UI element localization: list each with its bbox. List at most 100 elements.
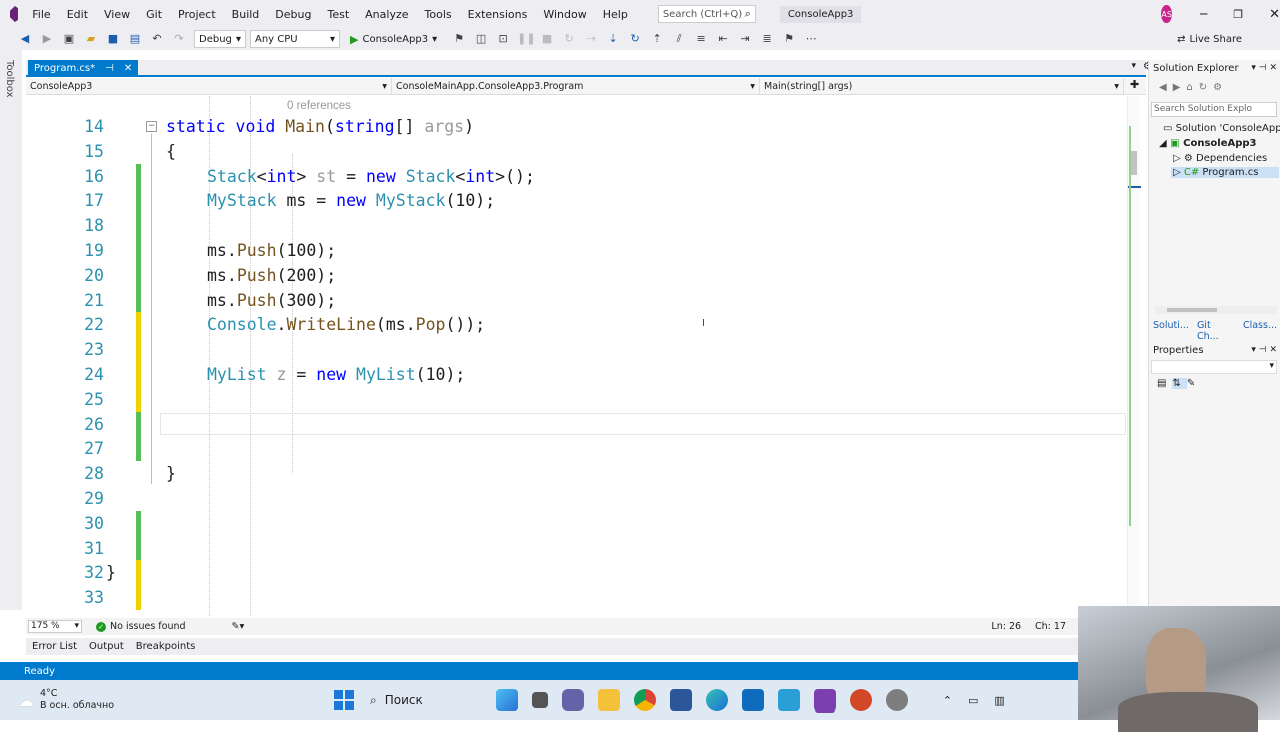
menu-item-project[interactable]: Project	[170, 8, 224, 21]
code-line[interactable]: 32}	[26, 560, 1126, 586]
code-editor[interactable]: 0 references − I 14 static void Main(stri…	[26, 96, 1140, 616]
tray-display-icon[interactable]: ▭	[968, 694, 978, 707]
maximize-icon[interactable]: ❐	[1233, 8, 1243, 21]
open-icon[interactable]: ▰	[83, 32, 99, 46]
project-dropdown[interactable]: ConsoleApp3 ▾	[26, 78, 392, 95]
live-share-button[interactable]: ⇄ Live Share	[1177, 34, 1242, 45]
code-line[interactable]: 20 ms.Push(200);	[26, 262, 1126, 288]
bookmark-icon[interactable]: ⚑	[781, 32, 797, 46]
step-into-icon[interactable]: ⇣	[605, 32, 621, 46]
code-line[interactable]: 25	[26, 386, 1126, 412]
start-button[interactable]	[334, 690, 355, 710]
code-line[interactable]: 17 MyStack ms = new MyStack(10);	[26, 188, 1126, 214]
back-icon[interactable]: ◀	[17, 32, 33, 46]
chat-icon[interactable]	[561, 689, 584, 711]
zoom-select[interactable]: 175 % ▾	[28, 620, 82, 633]
search-box[interactable]: Search (Ctrl+Q) ⌕	[657, 5, 756, 23]
tab-solution[interactable]: Soluti...	[1149, 320, 1193, 334]
class-dropdown[interactable]: ConsoleMainApp.ConsoleApp3.Program ▾	[392, 78, 760, 95]
tree-program-cs[interactable]: ▷ C# Program.cs	[1171, 167, 1279, 178]
scroll-thumb[interactable]	[1167, 308, 1217, 312]
codelens-references[interactable]: 0 references	[287, 100, 351, 112]
widgets-icon[interactable]	[495, 689, 518, 711]
menu-item-tools[interactable]: Tools	[417, 8, 460, 21]
code-line[interactable]: 19 ms.Push(100);	[26, 238, 1126, 263]
platform-select[interactable]: Any CPU ▾	[250, 30, 340, 48]
indent-icon[interactable]: ⇥	[737, 32, 753, 46]
menu-item-build[interactable]: Build	[224, 8, 268, 21]
hot-reload-icon[interactable]: ⚑	[451, 32, 467, 46]
tab-class-view[interactable]: Class...	[1239, 320, 1280, 334]
weather-widget[interactable]: ☁ 4°C В осн. облачно	[18, 688, 114, 712]
configuration-select[interactable]: Debug ▾	[194, 30, 246, 48]
stop-icon[interactable]: ■	[539, 32, 555, 46]
menu-item-file[interactable]: File	[24, 8, 58, 21]
minimize-icon[interactable]: ─	[1200, 7, 1207, 21]
run-button[interactable]: ▶ ConsoleApp3 ▾	[350, 33, 437, 46]
code-line[interactable]: 22 Console.WriteLine(ms.Pop());	[26, 312, 1126, 338]
member-dropdown[interactable]: Main(string[] args) ▾	[760, 78, 1124, 95]
menu-item-debug[interactable]: Debug	[267, 8, 319, 21]
code-line[interactable]: 28}	[26, 461, 1126, 486]
powerpoint-icon[interactable]	[849, 689, 872, 711]
panel-controls-icon[interactable]: ▾ ⊣ ✕	[1251, 345, 1277, 355]
code-line[interactable]: 14 static void Main(string[] args)	[26, 114, 1126, 139]
code-line[interactable]: 15 {	[26, 139, 1126, 164]
code-line[interactable]: 27	[26, 436, 1126, 462]
menu-item-git[interactable]: Git	[138, 8, 170, 21]
tab-program-cs[interactable]: Program.cs* ⊣ ✕	[28, 60, 139, 77]
scroll-thumb[interactable]	[1131, 151, 1137, 175]
toolbox-tab[interactable]: Toolbox	[4, 60, 15, 98]
menu-item-view[interactable]: View	[96, 8, 138, 21]
mail-icon[interactable]	[741, 689, 764, 711]
expand-icon[interactable]: ◢	[1159, 138, 1170, 149]
avatar[interactable]: AS	[1161, 5, 1172, 23]
undo-icon[interactable]: ↶	[149, 32, 165, 46]
tab-overflow-icon[interactable]: ▾	[1131, 61, 1136, 71]
new-project-icon[interactable]: ▣	[61, 32, 77, 46]
taskbar-search[interactable]: ⌕ Поиск	[370, 693, 423, 708]
diagnostics-icon[interactable]: ◫	[473, 32, 489, 46]
comment-icon[interactable]: ≡	[693, 32, 709, 46]
pin-icon[interactable]: ⊣	[105, 63, 114, 74]
close-tab-icon[interactable]: ✕	[124, 63, 132, 74]
menu-item-edit[interactable]: Edit	[59, 8, 96, 21]
chrome-icon[interactable]	[633, 689, 656, 711]
menu-item-extensions[interactable]: Extensions	[460, 8, 536, 21]
split-icon[interactable]: ✚	[1124, 78, 1145, 94]
code-line[interactable]: 26	[26, 411, 1126, 437]
save-icon[interactable]: ■	[105, 32, 121, 46]
expand-icon[interactable]: ▷	[1173, 167, 1184, 178]
forward-icon[interactable]: ▶	[39, 32, 55, 46]
restart-icon[interactable]: ↻	[561, 32, 577, 46]
notepad-icon[interactable]	[777, 689, 800, 711]
browse-icon[interactable]: ⊡	[495, 32, 511, 46]
menu-item-test[interactable]: Test	[319, 8, 357, 21]
vertical-scrollbar[interactable]	[1127, 96, 1141, 616]
overflow-icon[interactable]: ⋯	[803, 32, 819, 46]
menu-item-help[interactable]: Help	[595, 8, 636, 21]
tray-network-icon[interactable]: ▥	[994, 694, 1004, 707]
code-line[interactable]: 16 Stack<int> st = new Stack<int>();	[26, 163, 1126, 189]
outdent-icon[interactable]: ⇤	[715, 32, 731, 46]
expand-icon[interactable]: ▷	[1173, 153, 1184, 164]
settings-app-icon[interactable]	[885, 689, 908, 711]
word-icon[interactable]	[669, 689, 692, 711]
tab-error-list[interactable]: Error List	[26, 641, 83, 652]
code-line[interactable]: 21 ms.Push(300);	[26, 287, 1126, 313]
tree-solution[interactable]: ▭ Solution 'ConsoleApp	[1163, 123, 1280, 134]
edge-icon[interactable]	[705, 689, 728, 711]
task-view-icon[interactable]	[531, 692, 548, 708]
code-line[interactable]: 29	[26, 486, 1126, 511]
horizontal-scrollbar[interactable]	[1155, 306, 1277, 314]
code-line[interactable]: 30	[26, 510, 1126, 536]
refresh-icon[interactable]: ↻	[627, 32, 643, 46]
code-line[interactable]: 18	[26, 213, 1126, 239]
brush-icon[interactable]: ✎▾	[232, 621, 245, 632]
code-line[interactable]: 23	[26, 337, 1126, 363]
save-all-icon[interactable]: ▤	[127, 32, 143, 46]
menu-item-window[interactable]: Window	[535, 8, 594, 21]
step-over-icon[interactable]: ⇢	[583, 32, 599, 46]
visual-studio-icon[interactable]	[813, 689, 836, 711]
menu-item-analyze[interactable]: Analyze	[357, 8, 416, 21]
